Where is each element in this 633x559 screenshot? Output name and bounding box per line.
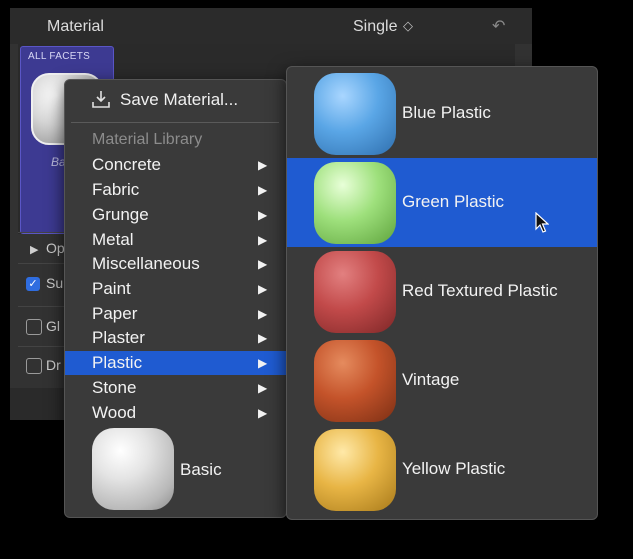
submenu-item-label: Blue Plastic bbox=[402, 103, 491, 122]
menu-item-paint[interactable]: Paint ▶ bbox=[65, 277, 286, 301]
menu-item-label: Fabric bbox=[92, 180, 140, 199]
mouse-pointer-icon bbox=[535, 212, 549, 233]
submenu-item-label: Vintage bbox=[402, 370, 460, 389]
checkbox-drop-shadow-label: Dr bbox=[46, 357, 61, 373]
options-label: Op bbox=[46, 240, 65, 256]
submenu-item-red-textured-plastic[interactable]: Red Textured Plastic bbox=[287, 247, 597, 336]
menu-item-label: Concrete bbox=[92, 155, 161, 174]
menu-item-fabric[interactable]: Fabric ▶ bbox=[65, 178, 286, 202]
submenu-item-label: Yellow Plastic bbox=[402, 459, 506, 478]
vintage-swatch bbox=[314, 340, 396, 422]
menu-item-wood[interactable]: Wood ▶ bbox=[65, 401, 286, 425]
menu-item-paper[interactable]: Paper ▶ bbox=[65, 302, 286, 326]
submenu-arrow-icon: ▶ bbox=[258, 158, 268, 172]
menu-item-label: Paper bbox=[92, 304, 138, 323]
menu-item-label: Plaster bbox=[92, 328, 145, 347]
submenu-arrow-icon: ▶ bbox=[258, 208, 268, 222]
panel-header: Material Single ◇ ↶ bbox=[10, 8, 532, 44]
menu-item-miscellaneous[interactable]: Miscellaneous ▶ bbox=[65, 252, 286, 276]
updown-chevron-icon[interactable]: ◇ bbox=[403, 18, 413, 34]
plastic-submenu: Blue Plastic Green Plastic Red Textured … bbox=[286, 66, 598, 520]
menu-item-label: Grunge bbox=[92, 205, 149, 224]
yellow-plastic-swatch bbox=[314, 429, 396, 511]
menu-item-label: Miscellaneous bbox=[92, 254, 200, 273]
mode-popup[interactable]: Single bbox=[353, 18, 397, 36]
blue-plastic-swatch bbox=[314, 73, 396, 155]
submenu-arrow-icon: ▶ bbox=[258, 233, 268, 247]
menu-item-label: Metal bbox=[92, 230, 134, 249]
material-library-header: Material Library bbox=[92, 131, 203, 148]
submenu-arrow-icon: ▶ bbox=[258, 183, 268, 197]
save-tray-icon-svg bbox=[92, 91, 110, 108]
submenu-item-label: Green Plastic bbox=[402, 192, 505, 211]
submenu-arrow-icon: ▶ bbox=[258, 331, 268, 345]
menu-item-metal[interactable]: Metal ▶ bbox=[65, 228, 286, 252]
panel-title: Material bbox=[47, 18, 104, 35]
basic-material-label[interactable]: Basic bbox=[180, 460, 222, 480]
material-context-menu: Save Material... Material Library Concre… bbox=[64, 79, 287, 518]
facet-tile-label: ALL FACETS bbox=[28, 51, 91, 62]
checkbox-drop-shadow[interactable] bbox=[26, 358, 42, 374]
checkbox-glow-label: Gl bbox=[46, 318, 60, 334]
submenu-item-vintage[interactable]: Vintage bbox=[287, 336, 597, 425]
save-tray-icon bbox=[91, 89, 111, 114]
submenu-item-yellow-plastic[interactable]: Yellow Plastic bbox=[287, 425, 597, 514]
menu-item-plastic[interactable]: Plastic ▶ bbox=[65, 351, 286, 375]
red-textured-plastic-swatch bbox=[314, 251, 396, 333]
submenu-arrow-icon: ▶ bbox=[258, 406, 268, 420]
menu-item-plaster[interactable]: Plaster ▶ bbox=[65, 326, 286, 350]
undo-icon[interactable]: ↶ bbox=[492, 16, 505, 36]
green-plastic-swatch bbox=[314, 162, 396, 244]
submenu-arrow-icon: ▶ bbox=[258, 307, 268, 321]
checkbox-glow[interactable] bbox=[26, 319, 42, 335]
submenu-arrow-icon: ▶ bbox=[258, 282, 268, 296]
checkbox-surface[interactable]: ✓ bbox=[26, 277, 40, 291]
menu-item-label: Wood bbox=[92, 403, 137, 422]
menu-separator bbox=[71, 122, 279, 123]
submenu-item-green-plastic[interactable]: Green Plastic bbox=[287, 158, 597, 247]
submenu-arrow-icon: ▶ bbox=[258, 381, 268, 395]
save-material-item[interactable]: Save Material... bbox=[120, 90, 238, 110]
menu-item-grunge[interactable]: Grunge ▶ bbox=[65, 203, 286, 227]
checkbox-surface-label: Su bbox=[46, 275, 64, 291]
submenu-arrow-icon: ▶ bbox=[258, 257, 268, 271]
submenu-item-label: Red Textured Plastic bbox=[402, 281, 558, 300]
submenu-item-blue-plastic[interactable]: Blue Plastic bbox=[287, 69, 597, 158]
menu-item-concrete[interactable]: Concrete ▶ bbox=[65, 153, 286, 177]
menu-item-stone[interactable]: Stone ▶ bbox=[65, 376, 286, 400]
submenu-arrow-icon: ▶ bbox=[258, 356, 268, 370]
disclosure-triangle-icon[interactable]: ▶ bbox=[30, 243, 38, 256]
menu-item-label: Stone bbox=[92, 378, 137, 397]
menu-item-label: Plastic bbox=[92, 353, 143, 372]
menu-item-label: Paint bbox=[92, 279, 131, 298]
basic-material-swatch[interactable] bbox=[92, 428, 174, 510]
